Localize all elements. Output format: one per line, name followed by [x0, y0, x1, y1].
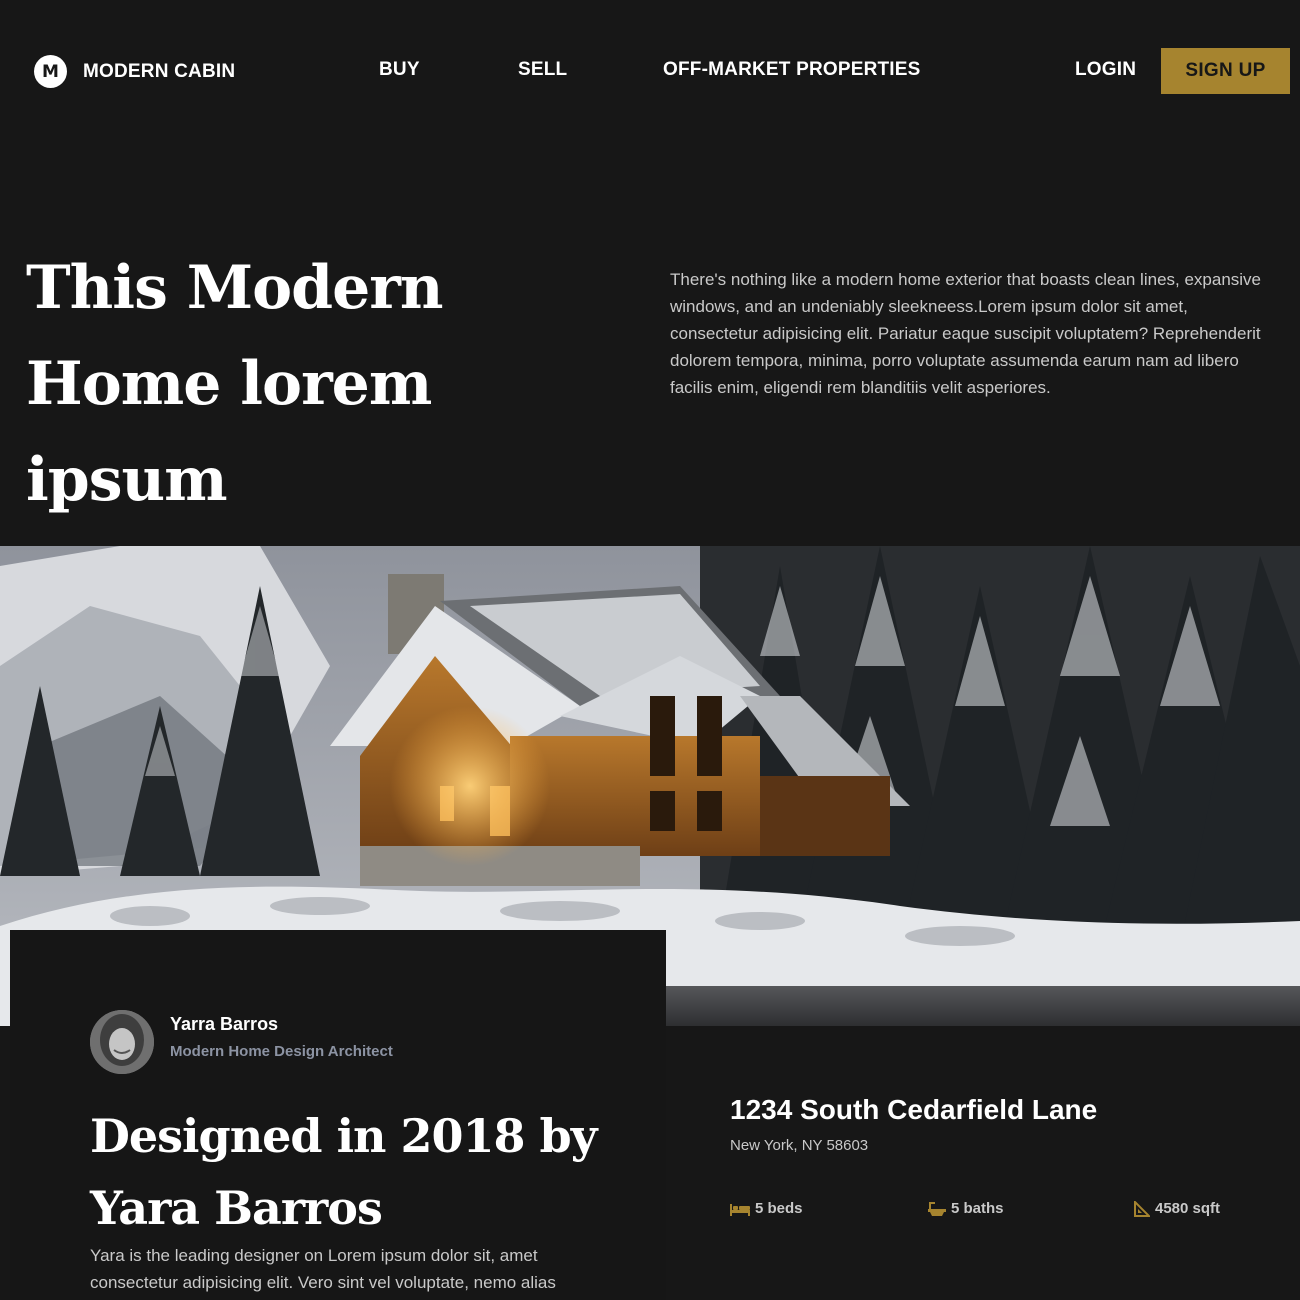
property-address: 1234 South Cedarfield Lane [730, 1094, 1098, 1125]
beds-label: 5 beds [755, 1200, 803, 1217]
avatar [90, 1010, 154, 1074]
baths-label: 5 baths [951, 1200, 1004, 1217]
card-title: Designed in 2018 by Yara Barros [90, 1109, 597, 1235]
bath-icon [928, 1201, 946, 1216]
signup-button[interactable]: SIGN UP [1161, 48, 1290, 94]
designer-card: Yarra Barros Modern Home Design Architec… [10, 930, 666, 1300]
ruler-icon [1134, 1200, 1150, 1217]
beds-feature: 5 beds [730, 1200, 803, 1217]
author-role: Modern Home Design Architect [170, 1043, 393, 1060]
brand-name: MODERN CABIN [83, 60, 236, 82]
card-description: Yara is the leading designer on Lorem ip… [90, 1246, 556, 1292]
baths-feature: 5 baths [928, 1200, 1004, 1217]
logo-mark-icon: M [34, 55, 67, 88]
nav-link-buy[interactable]: BUY [379, 59, 420, 81]
avatar-portrait [90, 1010, 154, 1074]
nav-link-off-market[interactable]: OFF-MARKET PROPERTIES [663, 59, 921, 81]
area-feature: 4580 sqft [1134, 1200, 1220, 1217]
author-name: Yarra Barros [170, 1014, 279, 1034]
property-city: New York, NY 58603 [730, 1137, 869, 1154]
login-link[interactable]: LOGIN [1075, 59, 1136, 81]
nav-link-sell[interactable]: SELL [518, 59, 567, 81]
area-label: 4580 sqft [1155, 1200, 1221, 1217]
brand-logo[interactable]: M MODERN CABIN [34, 55, 235, 88]
hero-title: This Modern Home lorem ipsum [26, 253, 444, 515]
bed-icon [730, 1203, 750, 1216]
hero-description: There's nothing like a modern home exter… [670, 270, 1262, 397]
top-navigation: M MODERN CABIN BUY SELL OFF-MARKET PROPE… [0, 0, 1300, 142]
